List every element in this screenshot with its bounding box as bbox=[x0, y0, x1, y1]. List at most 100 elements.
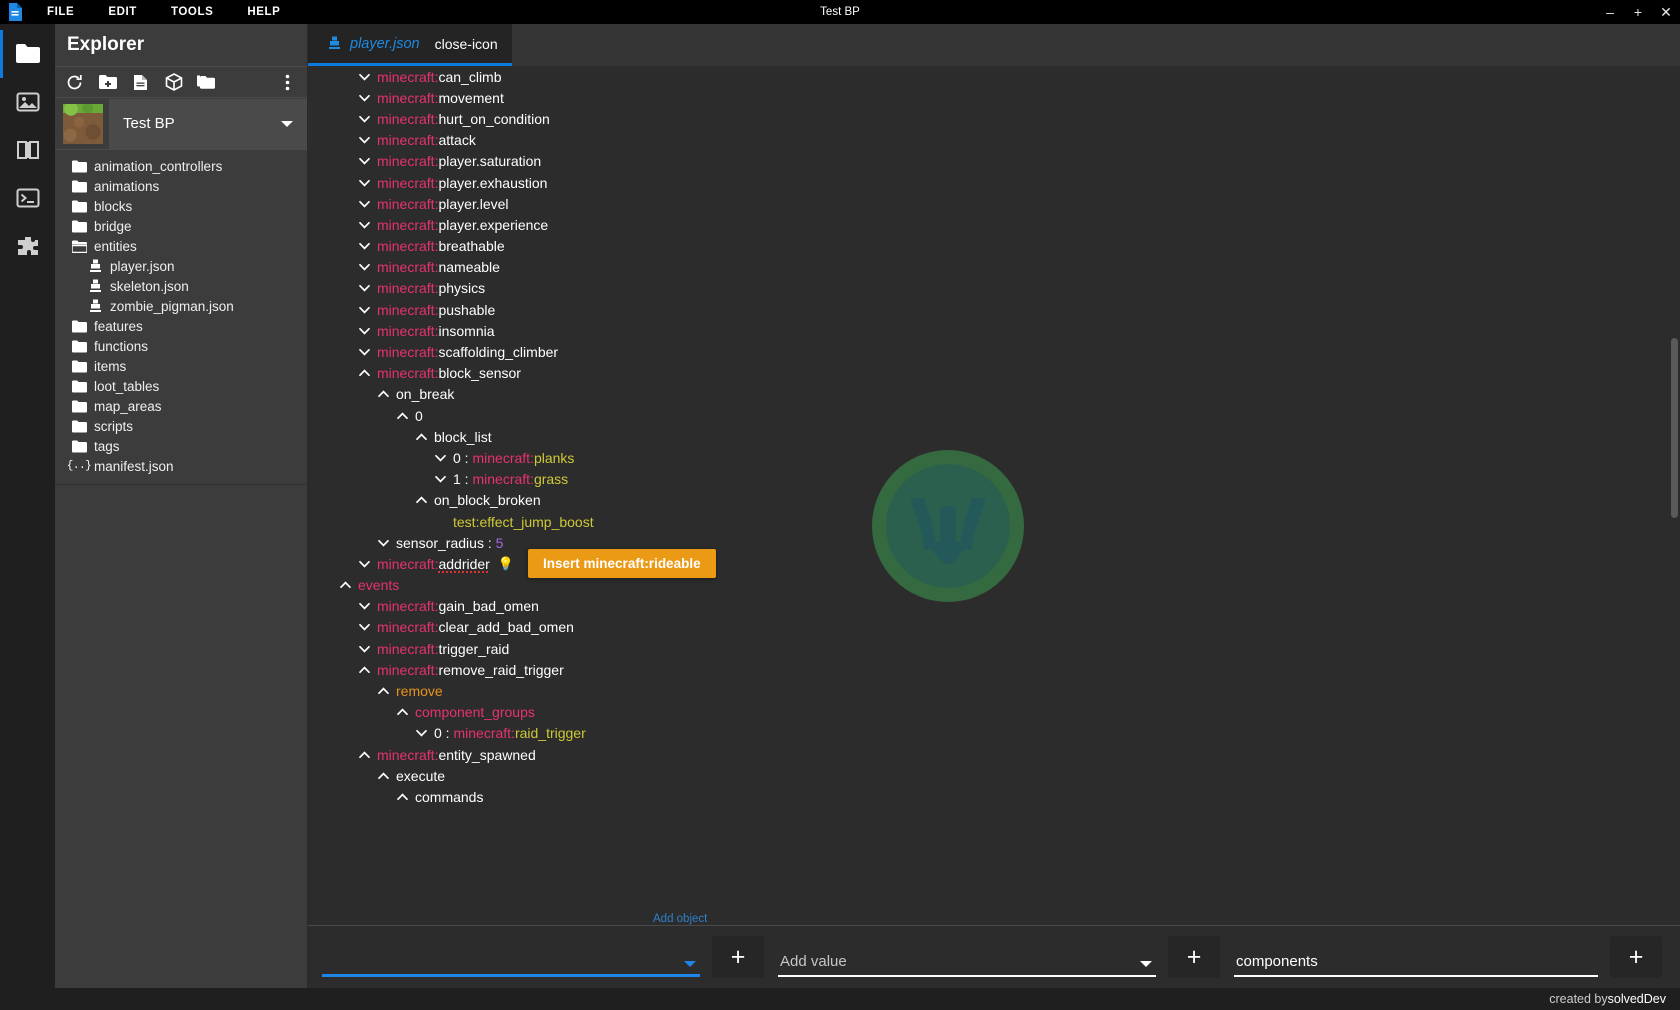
json-tree-row[interactable]: block_list bbox=[308, 426, 1680, 447]
refresh-icon[interactable] bbox=[65, 73, 84, 92]
json-tree-row[interactable]: minecraft:insomnia bbox=[308, 320, 1680, 341]
menu-tools[interactable]: TOOLS bbox=[154, 0, 230, 24]
json-tree-row[interactable]: minecraft:player.saturation bbox=[308, 151, 1680, 172]
json-tree-row[interactable]: minecraft:attack bbox=[308, 130, 1680, 151]
chevron-down-icon[interactable] bbox=[356, 221, 372, 229]
json-tree-row[interactable]: test:effect_jump_boost bbox=[308, 511, 1680, 532]
json-tree-row[interactable]: 0 : minecraft:planks bbox=[308, 447, 1680, 468]
chevron-up-icon[interactable] bbox=[394, 708, 410, 716]
chevron-down-icon[interactable] bbox=[356, 284, 372, 292]
scrollbar-thumb[interactable] bbox=[1671, 338, 1678, 518]
kebab-menu-icon[interactable] bbox=[278, 73, 297, 92]
chevron-up-icon[interactable] bbox=[394, 793, 410, 801]
chevron-down-icon[interactable] bbox=[356, 115, 372, 123]
json-tree-row[interactable]: minecraft:entity_spawned bbox=[308, 744, 1680, 765]
new-file-icon[interactable] bbox=[131, 73, 150, 92]
chevron-down-icon[interactable] bbox=[356, 157, 372, 165]
json-tree-row[interactable]: events bbox=[308, 575, 1680, 596]
tree-item-tags[interactable]: tags bbox=[55, 436, 307, 456]
activity-item-image-preview[interactable] bbox=[0, 78, 55, 126]
add-value-button[interactable]: + bbox=[1168, 936, 1220, 978]
json-tree-row[interactable]: minecraft:gain_bad_omen bbox=[308, 596, 1680, 617]
json-tree-row[interactable]: minecraft:remove_raid_trigger bbox=[308, 659, 1680, 680]
chevron-down-icon[interactable] bbox=[356, 136, 372, 144]
activity-item-library[interactable] bbox=[0, 126, 55, 174]
tree-item-items[interactable]: items bbox=[55, 356, 307, 376]
tree-item-skeleton-json[interactable]: skeleton.json bbox=[55, 276, 307, 296]
tree-item-blocks[interactable]: blocks bbox=[55, 196, 307, 216]
json-tree-row[interactable]: 0 bbox=[308, 405, 1680, 426]
close-icon[interactable]: close-icon bbox=[435, 37, 498, 51]
menu-file[interactable]: FILE bbox=[30, 0, 91, 24]
json-tree-row[interactable]: minecraft:clear_add_bad_omen bbox=[308, 617, 1680, 638]
chevron-down-icon[interactable] bbox=[356, 623, 372, 631]
json-tree-row[interactable]: minecraft:can_climb bbox=[308, 66, 1680, 87]
json-tree-row[interactable]: on_block_broken bbox=[308, 490, 1680, 511]
json-tree-row[interactable]: minecraft:nameable bbox=[308, 257, 1680, 278]
json-tree-row[interactable]: minecraft:player.exhaustion bbox=[308, 172, 1680, 193]
json-tree-row[interactable]: 1 : minecraft:grass bbox=[308, 469, 1680, 490]
activity-item-extensions[interactable] bbox=[0, 222, 55, 270]
json-tree-row[interactable]: on_break bbox=[308, 384, 1680, 405]
package-icon[interactable] bbox=[164, 73, 183, 92]
json-tree-row[interactable]: minecraft:block_sensor bbox=[308, 363, 1680, 384]
json-tree-row[interactable]: execute bbox=[308, 765, 1680, 786]
json-tree-row[interactable]: minecraft:player.experience bbox=[308, 214, 1680, 235]
tree-item-entities[interactable]: entities bbox=[55, 236, 307, 256]
json-tree-row[interactable]: minecraft:movement bbox=[308, 87, 1680, 108]
path-field-wrap[interactable] bbox=[1234, 937, 1598, 977]
chevron-down-icon[interactable] bbox=[356, 73, 372, 81]
json-tree-row[interactable]: 0 : minecraft:raid_trigger bbox=[308, 723, 1680, 744]
tree-item-manifest-json[interactable]: {..} manifest.json bbox=[55, 456, 307, 476]
chevron-up-icon[interactable] bbox=[337, 581, 353, 589]
chevron-up-icon[interactable] bbox=[375, 390, 391, 398]
menu-help[interactable]: HELP bbox=[230, 0, 297, 24]
path-input[interactable] bbox=[1234, 953, 1598, 977]
add-object-button[interactable]: + bbox=[712, 936, 764, 978]
json-tree-row[interactable]: minecraft:hurt_on_condition bbox=[308, 108, 1680, 129]
chevron-down-icon[interactable] bbox=[356, 327, 372, 335]
maximize-button[interactable]: + bbox=[1624, 0, 1652, 24]
chevron-down-icon[interactable] bbox=[356, 560, 372, 568]
close-window-button[interactable]: ✕ bbox=[1652, 0, 1680, 24]
json-tree-row[interactable]: minecraft:scaffolding_climber bbox=[308, 341, 1680, 362]
json-tree-row[interactable]: minecraft:trigger_raid bbox=[308, 638, 1680, 659]
chevron-down-icon[interactable] bbox=[356, 602, 372, 610]
tree-item-features[interactable]: features bbox=[55, 316, 307, 336]
add-value-input[interactable] bbox=[778, 953, 1156, 977]
chevron-up-icon[interactable] bbox=[375, 772, 391, 780]
chevron-down-icon[interactable] bbox=[432, 475, 448, 483]
tab-player-json[interactable]: player.json close-icon bbox=[308, 24, 512, 66]
chevron-down-icon[interactable] bbox=[684, 961, 696, 967]
add-value-field-wrap[interactable] bbox=[778, 937, 1156, 977]
chevron-up-icon[interactable] bbox=[356, 369, 372, 377]
chevron-up-icon[interactable] bbox=[356, 751, 372, 759]
tree-item-zombie-pigman-json[interactable]: zombie_pigman.json bbox=[55, 296, 307, 316]
json-tree-row[interactable]: sensor_radius : 5 bbox=[308, 532, 1680, 553]
tree-item-map_areas[interactable]: map_areas bbox=[55, 396, 307, 416]
chevron-down-icon[interactable] bbox=[356, 306, 372, 314]
chevron-up-icon[interactable] bbox=[394, 412, 410, 420]
tree-item-loot_tables[interactable]: loot_tables bbox=[55, 376, 307, 396]
chevron-down-icon[interactable] bbox=[356, 242, 372, 250]
tree-item-animation_controllers[interactable]: animation_controllers bbox=[55, 156, 307, 176]
tree-item-scripts[interactable]: scripts bbox=[55, 416, 307, 436]
json-tree-row[interactable]: component_groups bbox=[308, 702, 1680, 723]
editor-scrollbar[interactable] bbox=[1669, 108, 1680, 925]
chevron-up-icon[interactable] bbox=[375, 687, 391, 695]
chevron-down-icon[interactable] bbox=[375, 539, 391, 547]
json-tree-row[interactable]: minecraft:pushable bbox=[308, 299, 1680, 320]
activity-item-terminal[interactable] bbox=[0, 174, 55, 222]
add-path-button[interactable]: + bbox=[1610, 936, 1662, 978]
json-tree-view[interactable]: minecraft:can_climbminecraft:movementmin… bbox=[308, 66, 1680, 925]
tree-item-functions[interactable]: functions bbox=[55, 336, 307, 356]
new-folder-icon[interactable] bbox=[98, 73, 117, 92]
chevron-up-icon[interactable] bbox=[413, 433, 429, 441]
json-tree-row[interactable]: minecraft:physics bbox=[308, 278, 1680, 299]
project-dropdown[interactable]: Test BP bbox=[109, 99, 307, 149]
lightbulb-icon[interactable]: 💡 bbox=[498, 556, 514, 572]
tree-item-player-json[interactable]: player.json bbox=[55, 256, 307, 276]
folders-icon[interactable] bbox=[197, 73, 216, 92]
tree-item-bridge[interactable]: bridge bbox=[55, 216, 307, 236]
chevron-down-icon[interactable] bbox=[356, 179, 372, 187]
